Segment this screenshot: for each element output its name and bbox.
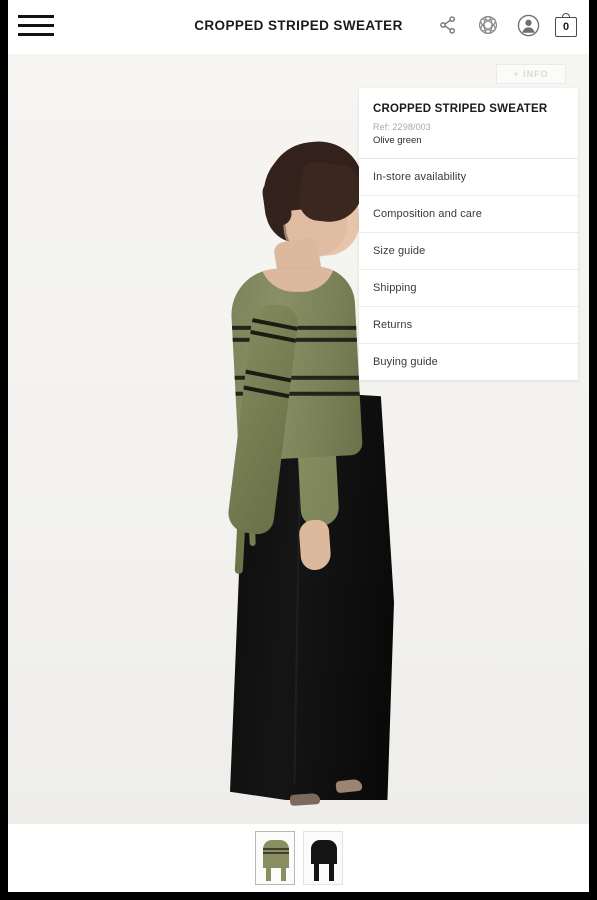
product-name: CROPPED STRIPED SWEATER	[373, 103, 548, 115]
share-icon[interactable]	[435, 12, 461, 38]
thumb-stripe	[262, 852, 289, 854]
sleeve-stripe	[237, 368, 300, 385]
sleeve-stripe	[242, 328, 300, 346]
thumbnail-black[interactable]	[302, 831, 343, 885]
thumbnail-strip	[8, 824, 589, 892]
panel-row-size-guide[interactable]: Size guide	[359, 233, 578, 270]
shopping-bag-icon[interactable]: 0	[555, 13, 577, 37]
info-toggle-button[interactable]: + INFO	[496, 64, 566, 84]
device-bottom-bezel	[0, 892, 597, 900]
bag-count: 0	[562, 21, 570, 33]
thumbnail-olive[interactable]	[254, 831, 295, 885]
account-icon[interactable]	[515, 12, 541, 38]
globe-icon[interactable]	[475, 12, 501, 38]
model-shoe-left	[289, 792, 321, 807]
panel-row-composition-and-care[interactable]: Composition and care	[359, 196, 578, 233]
product-reference: Ref: 2298/003	[373, 121, 431, 132]
app-screen: CROPPED STRIPED SWEATER 0 + INFO CROPPED…	[8, 0, 589, 892]
thumb-leg	[313, 859, 319, 881]
thumb-stripe	[262, 848, 289, 850]
panel-row-shipping[interactable]: Shipping	[359, 270, 578, 307]
sweater-neckline	[259, 264, 336, 293]
product-info-panel: CROPPED STRIPED SWEATER Ref: 2298/003 Ol…	[359, 88, 578, 380]
product-info-header: CROPPED STRIPED SWEATER Ref: 2298/003 Ol…	[359, 88, 578, 159]
panel-row-returns[interactable]: Returns	[359, 307, 578, 344]
thumb-leg	[265, 859, 271, 881]
model-hand	[298, 519, 332, 571]
device-frame: CROPPED STRIPED SWEATER 0 + INFO CROPPED…	[0, 0, 597, 900]
hamburger-line	[18, 33, 54, 36]
thumb-leg	[328, 859, 334, 881]
app-header: CROPPED STRIPED SWEATER 0	[8, 0, 589, 54]
header-icon-group: 0	[435, 12, 577, 38]
panel-row-in-store-availability[interactable]: In-store availability	[359, 159, 578, 196]
product-color: Olive green	[373, 134, 422, 146]
panel-row-buying-guide[interactable]: Buying guide	[359, 344, 578, 380]
thumb-leg	[280, 859, 286, 881]
product-image-stage[interactable]: + INFO CROPPED STRIPED SWEATER Ref: 2298…	[8, 54, 589, 824]
